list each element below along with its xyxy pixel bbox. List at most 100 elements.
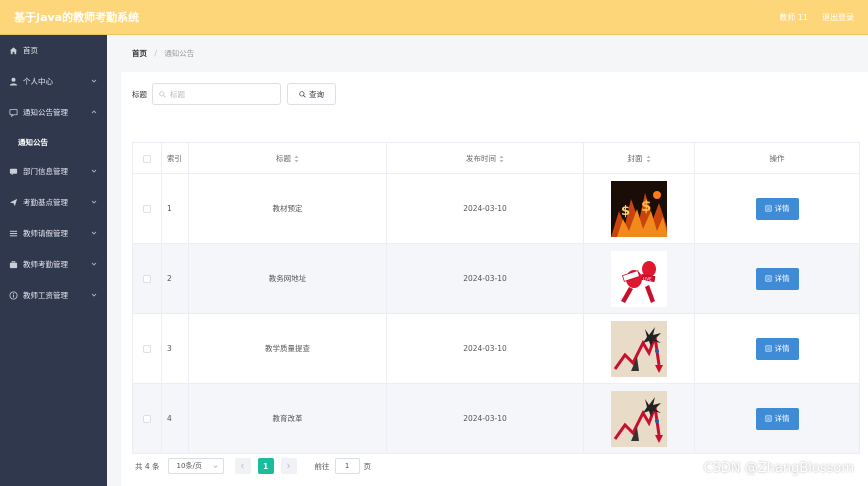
row-checkbox[interactable] — [143, 415, 151, 423]
row-index: 2 — [161, 243, 189, 314]
watermark: CSDN @ZhangBlossom — [703, 461, 854, 476]
user-icon — [9, 77, 18, 86]
chevron-left-icon — [240, 463, 244, 469]
chevron-down-icon — [91, 78, 97, 84]
search-bar: 标题 标题 查询 — [132, 83, 336, 105]
sidebar-item-label: 个人中心 — [23, 77, 53, 86]
document-icon — [765, 205, 771, 212]
chevron-up-icon — [91, 109, 97, 115]
cover-image-fire-money[interactable]: $ $ — [611, 180, 667, 237]
row-title: 教材预定 — [188, 173, 387, 244]
page-number-current[interactable]: 1 — [257, 458, 274, 474]
current-user[interactable]: 教师 11 — [779, 12, 808, 23]
row-checkbox[interactable] — [143, 275, 151, 283]
sort-icon[interactable] — [499, 155, 504, 163]
sidebar-item-label: 通知公告管理 — [23, 108, 68, 117]
sort-icon[interactable] — [294, 155, 299, 163]
sidebar-item-department[interactable]: 部门信息管理 — [0, 156, 107, 187]
row-action-cell: 详情 — [694, 243, 860, 314]
row-index: 1 — [161, 173, 189, 244]
sidebar-item-home[interactable]: 首页 — [0, 35, 107, 66]
app-title: 基于Java的教师考勤系统 — [14, 11, 140, 24]
svg-text:$: $ — [641, 197, 651, 215]
breadcrumb: 首页 / 通知公告 — [132, 48, 194, 59]
row-title: 教学质量提查 — [188, 313, 387, 384]
breadcrumb-home[interactable]: 首页 — [132, 49, 147, 58]
select-all-checkbox[interactable] — [143, 154, 151, 163]
column-header-cover[interactable]: 封面 — [583, 142, 695, 174]
search-placeholder: 标题 — [170, 89, 185, 99]
search-label: 标题 — [132, 89, 147, 99]
sidebar: 首页 个人中心 通知公告管理 通知公告 部门信息管理 考勤基点管理 教师请假管理… — [0, 35, 107, 486]
sidebar-item-leave[interactable]: 教师请假管理 — [0, 218, 107, 249]
sidebar-item-attendance-base[interactable]: 考勤基点管理 — [0, 187, 107, 218]
row-title: 教务网地址 — [188, 243, 387, 314]
page-unit-label: 页 — [363, 461, 372, 471]
detail-button-label: 详情 — [774, 414, 790, 423]
title-search-input[interactable]: 标题 — [152, 83, 281, 105]
row-date: 2024-03-10 — [386, 383, 584, 454]
sidebar-item-notice-management[interactable]: 通知公告管理 — [0, 97, 107, 128]
row-select-cell — [132, 173, 162, 244]
table-row: 2 教务网地址 2024-03-10 LIVE 详情 — [132, 243, 860, 314]
detail-button[interactable]: 详情 — [755, 267, 799, 290]
logout-link[interactable]: 退出登录 — [822, 12, 854, 23]
row-cover-cell — [583, 313, 695, 384]
sidebar-item-label: 教师工资管理 — [23, 291, 68, 300]
svg-text:LIVE: LIVE — [643, 276, 652, 281]
chat-icon — [9, 167, 18, 176]
sidebar-subitem-notice[interactable]: 通知公告 — [0, 128, 107, 156]
column-header-title[interactable]: 标题 — [188, 142, 387, 174]
pagination: 共 4 条 10条/页 1 前往 1 页 — [135, 458, 371, 474]
row-cover-cell: $ $ — [583, 173, 695, 244]
page-size-select[interactable]: 10条/页 — [167, 458, 224, 474]
table-row: 3 教学质量提查 2024-03-10 详情 — [132, 313, 860, 384]
sidebar-item-salary[interactable]: 教师工资管理 — [0, 280, 107, 311]
row-index: 3 — [161, 313, 189, 384]
page-size-value: 10条/页 — [176, 462, 202, 470]
table-row: 4 教育改革 2024-03-10 详情 — [132, 383, 860, 454]
detail-button[interactable]: 详情 — [755, 337, 799, 360]
row-select-cell — [132, 243, 162, 314]
row-date: 2024-03-10 — [386, 313, 584, 384]
case-icon — [9, 260, 18, 269]
detail-button[interactable]: 详情 — [755, 407, 799, 430]
document-icon — [765, 345, 771, 352]
next-page-button[interactable] — [280, 458, 297, 474]
home-icon — [9, 46, 18, 55]
row-select-cell — [132, 383, 162, 454]
chevron-down-icon — [91, 292, 97, 298]
main-content: 首页 / 通知公告 标题 标题 查询 索引 标题 发布时间 封面 操作 1 教材… — [107, 35, 868, 486]
chevron-down-icon — [91, 199, 97, 205]
sidebar-item-label: 部门信息管理 — [23, 167, 68, 176]
row-checkbox[interactable] — [143, 205, 151, 213]
sidebar-item-label: 首页 — [23, 46, 38, 55]
prev-page-button[interactable] — [234, 458, 251, 474]
column-header-index: 索引 — [161, 142, 189, 174]
row-select-cell — [132, 313, 162, 384]
column-header-date[interactable]: 发布时间 — [386, 142, 584, 174]
query-button-label: 查询 — [309, 89, 324, 99]
breadcrumb-separator: / — [154, 49, 157, 58]
sidebar-item-attendance[interactable]: 教师考勤管理 — [0, 249, 107, 280]
column-header-label: 封面 — [627, 153, 643, 163]
chevron-down-icon — [91, 230, 97, 236]
sidebar-item-personal[interactable]: 个人中心 — [0, 66, 107, 97]
chevron-down-icon — [91, 261, 97, 267]
cover-image-crashing-chart[interactable] — [611, 390, 667, 447]
row-checkbox[interactable] — [143, 345, 151, 353]
sort-icon[interactable] — [646, 155, 651, 163]
cover-image-microphone-news[interactable]: LIVE — [611, 250, 667, 307]
notice-table: 索引 标题 发布时间 封面 操作 1 教材预定 2024-03-10 $ $ 详… — [132, 142, 860, 454]
detail-button-label: 详情 — [774, 344, 790, 353]
detail-button[interactable]: 详情 — [755, 197, 799, 220]
goto-page-input[interactable]: 1 — [334, 458, 360, 474]
cover-image-crashing-chart[interactable] — [611, 320, 667, 377]
chevron-down-icon — [91, 168, 97, 174]
table-row: 1 教材预定 2024-03-10 $ $ 详情 — [132, 173, 860, 244]
row-action-cell: 详情 — [694, 173, 860, 244]
query-button[interactable]: 查询 — [287, 83, 336, 105]
row-date: 2024-03-10 — [386, 243, 584, 314]
search-icon — [299, 90, 306, 98]
goto-label: 前往 — [314, 461, 330, 471]
